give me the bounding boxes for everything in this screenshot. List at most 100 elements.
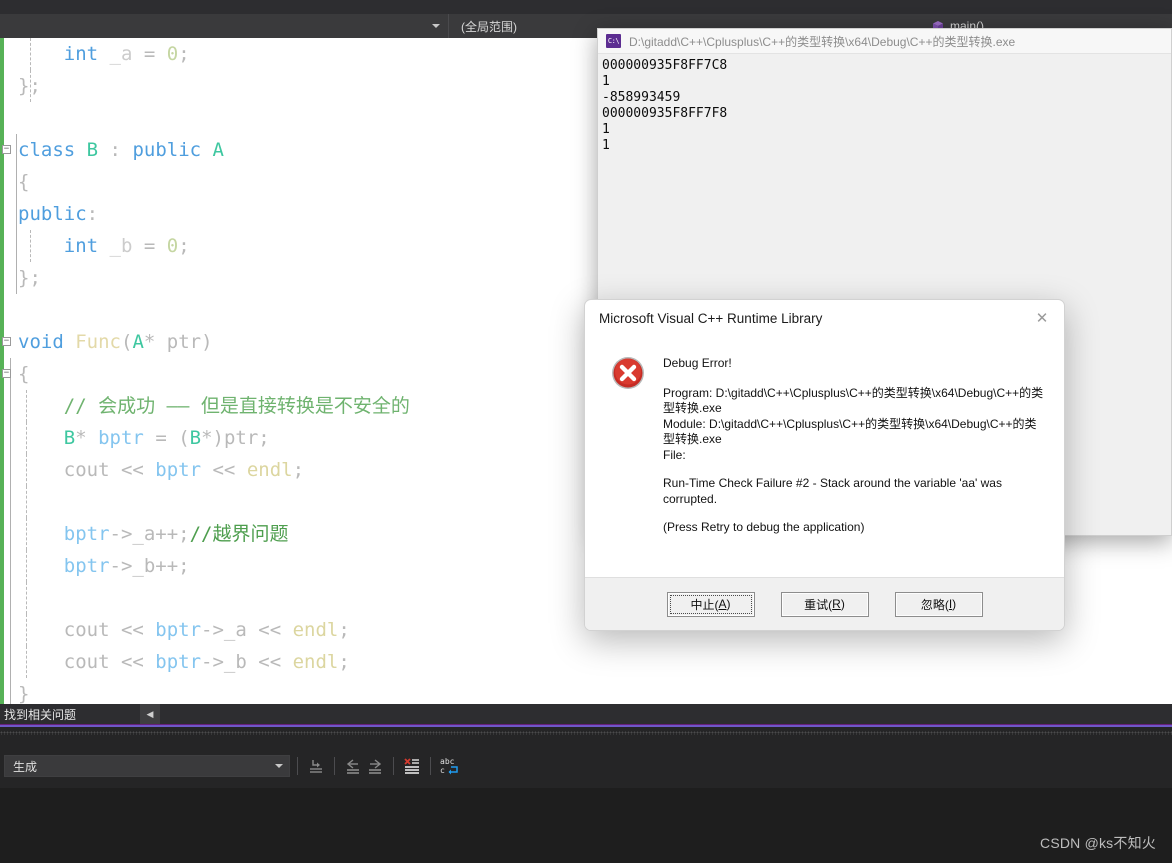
block-guide — [16, 230, 17, 262]
dialog-hint-line: (Press Retry to debug the application) — [663, 520, 865, 534]
code-line: cout << bptr->_a << endl; — [0, 614, 410, 646]
block-guide — [10, 550, 11, 582]
svg-text:abc: abc — [440, 757, 455, 766]
code-text: B* bptr = (B*)ptr; — [63, 427, 270, 449]
dialog-title: Microsoft Visual C++ Runtime Library — [599, 310, 823, 326]
console-title-bar[interactable]: C:\ D:\gitadd\C++\Cplusplus\C++的类型转换\x64… — [598, 29, 1171, 54]
code-text: int _a = 0; — [63, 43, 190, 65]
indent-guide — [30, 38, 31, 70]
scope-combobox-value: (全局范围) — [461, 19, 517, 34]
indent-guide — [30, 230, 31, 262]
code-text: cout << bptr << endl; — [63, 459, 305, 481]
code-text: void Func(A* ptr) — [18, 331, 213, 353]
ignore-button[interactable]: 忽略(I) — [894, 591, 983, 617]
code-line: cout << bptr << endl; — [0, 454, 410, 486]
code-text: { — [18, 171, 30, 193]
block-guide — [10, 454, 11, 486]
code-text: cout << bptr->_a << endl; — [63, 619, 350, 641]
indent-guide — [26, 390, 27, 422]
code-surface[interactable]: int _a = 0;}; − class B : public A{public:… — [0, 38, 410, 704]
navigate-back-icon[interactable] — [342, 755, 364, 777]
ide-top-strip — [0, 0, 1172, 14]
dialog-message: Debug Error! Program: D:\gitadd\C++\Cplu… — [663, 356, 1048, 536]
collapse-panel-button[interactable]: ◀ — [140, 704, 160, 724]
dialog-failure-line: Run-Time Check Failure #2 - Stack around… — [663, 476, 1002, 506]
code-text: bptr->_a++;//越界问题 — [63, 523, 289, 545]
output-pane[interactable]: CSDN @ks不知火 — [0, 788, 1172, 863]
scope-combobox[interactable] — [0, 14, 448, 38]
code-line: }; — [0, 262, 410, 294]
close-icon[interactable]: ✕ — [1020, 302, 1064, 334]
block-guide — [10, 614, 11, 646]
code-text: bptr->_b++; — [63, 555, 190, 577]
indent-guide — [26, 550, 27, 582]
word-wrap-icon[interactable]: abc c — [438, 755, 460, 777]
dialog-content: Debug Error! Program: D:\gitadd\C++\Cplu… — [585, 336, 1064, 536]
code-line: } — [0, 678, 410, 704]
indent-guide — [30, 70, 31, 102]
code-line — [0, 486, 410, 518]
fold-toggle-icon[interactable]: − — [2, 337, 11, 346]
fold-toggle-icon[interactable]: − — [2, 369, 11, 378]
dialog-file-line: File: — [663, 447, 686, 462]
retry-button[interactable]: 重试(R) — [780, 591, 869, 617]
indent-guide — [26, 646, 27, 678]
dialog-title-bar: Microsoft Visual C++ Runtime Library ✕ — [585, 300, 1064, 336]
clear-output-icon[interactable] — [401, 755, 423, 777]
block-guide — [16, 198, 17, 230]
code-line: −{ — [0, 358, 410, 390]
code-text: class B : public A — [18, 139, 224, 161]
code-text: public: — [18, 203, 99, 225]
code-line: bptr->_a++;//越界问题 — [0, 518, 410, 550]
splitter-handle[interactable] — [0, 731, 1172, 735]
block-guide — [10, 518, 11, 550]
code-line: }; — [0, 70, 410, 102]
console-output: 000000935F8FF7C8 1 -858993459 000000935F… — [602, 58, 728, 153]
watermark: CSDN @ks不知火 — [1040, 835, 1156, 851]
block-guide — [10, 422, 11, 454]
divider — [393, 757, 394, 775]
divider — [334, 757, 335, 775]
block-guide — [10, 486, 11, 518]
code-line: { — [0, 166, 410, 198]
indent-guide — [26, 454, 27, 486]
console-app-icon: C:\ — [606, 34, 621, 48]
accent-divider — [0, 724, 1172, 727]
dialog-heading: Debug Error! — [663, 356, 732, 370]
code-text: // 会成功 —— 但是直接转换是不安全的 — [63, 395, 410, 417]
dialog-program-line: Program: D:\gitadd\C++\Cplusplus\C++的类型转… — [663, 385, 1044, 416]
code-line: bptr->_b++; — [0, 550, 410, 582]
code-text: int _b = 0; — [63, 235, 190, 257]
svg-text:c: c — [440, 766, 445, 775]
navigate-forward-icon[interactable] — [364, 755, 386, 777]
code-line — [0, 582, 410, 614]
chevron-down-icon — [432, 24, 440, 28]
go-to-source-icon[interactable] — [305, 755, 327, 777]
console-title-text: D:\gitadd\C++\Cplusplus\C++的类型转换\x64\Deb… — [629, 34, 1016, 49]
code-text: cout << bptr->_b << endl; — [63, 651, 350, 673]
block-guide — [10, 678, 11, 704]
output-source-combobox[interactable]: 生成 — [4, 755, 290, 777]
code-line: − class B : public A — [0, 134, 410, 166]
output-source-value: 生成 — [13, 759, 38, 774]
code-line: // 会成功 —— 但是直接转换是不安全的 — [0, 390, 410, 422]
abort-button[interactable]: 中止(A) — [666, 591, 755, 617]
chevron-down-icon — [275, 764, 283, 768]
code-line: int _a = 0; — [0, 38, 410, 70]
indent-guide — [26, 614, 27, 646]
code-line: public: — [0, 198, 410, 230]
screen: (全局范围) main() int _a = 0;}; − class B : pu… — [0, 0, 1172, 863]
runtime-error-dialog[interactable]: Microsoft Visual C++ Runtime Library ✕ D… — [584, 299, 1065, 631]
block-guide — [10, 390, 11, 422]
code-line: int _b = 0; — [0, 230, 410, 262]
fold-toggle-icon[interactable]: − — [2, 145, 11, 154]
output-toolbar: 生成 abc c — [0, 744, 1172, 788]
indent-guide — [26, 518, 27, 550]
error-list-status: 找到相关问题 — [4, 707, 77, 722]
indent-guide — [26, 582, 27, 614]
block-guide — [16, 262, 17, 294]
divider — [297, 757, 298, 775]
error-circle-x-icon — [611, 356, 645, 390]
